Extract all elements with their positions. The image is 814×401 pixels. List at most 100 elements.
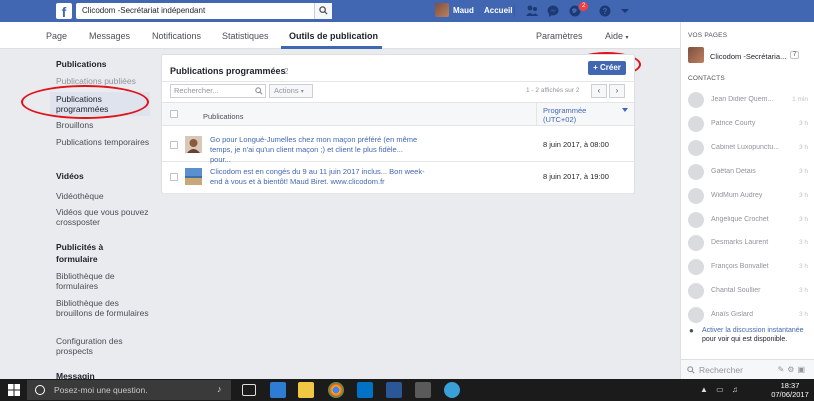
chat-search-placeholder: Rechercher <box>699 365 743 375</box>
tab-notifications[interactable]: Notifications <box>152 31 201 41</box>
tab-messages[interactable]: Messages <box>89 31 130 41</box>
cortana-placeholder: Posez-moi une question. <box>54 385 148 395</box>
row-checkbox[interactable] <box>170 141 178 149</box>
contact-last-active: 3 h <box>798 287 808 294</box>
windows-start-icon[interactable] <box>8 384 20 396</box>
post-scheduled-date: 8 juin 2017, à 19:00 <box>543 172 609 181</box>
file-explorer-icon[interactable] <box>298 382 314 398</box>
user-name-link[interactable]: Maud <box>453 6 474 15</box>
post-text[interactable]: Clicodom est en congés du 9 au 11 juin 2… <box>210 167 425 187</box>
page-name-link[interactable]: Clicodom -Secrétaria... <box>710 52 786 61</box>
sidebar-item-crosspost-videos[interactable]: Vidéos que vous pouvez crossposter <box>56 207 151 227</box>
chevron-left-icon: ‹ <box>597 86 601 95</box>
enable-chat-link[interactable]: Activer la discussion instantanée <box>702 327 804 334</box>
page-avatar[interactable] <box>688 47 704 63</box>
sidebar-item-leads-setup[interactable]: Configuration des prospects <box>56 336 151 356</box>
calculator-icon[interactable] <box>415 382 431 398</box>
contact-item[interactable]: Angelique Crochet 3 h <box>688 211 812 229</box>
column-scheduled-label: Programmée (UTC+02) <box>543 106 587 124</box>
previous-page-button[interactable]: ‹ <box>591 84 607 98</box>
tab-page[interactable]: Page <box>46 31 67 41</box>
sidebar-item-forms-library[interactable]: Bibliothèque de formulaires <box>56 271 151 291</box>
contact-last-active: 3 h <box>798 144 808 151</box>
avatar <box>688 188 704 204</box>
settings-link[interactable]: Paramètres <box>536 31 583 41</box>
contact-name: Desmarks Laurent <box>711 239 769 246</box>
global-search-value: Clicodom -Secrétariat indépendant <box>82 6 206 15</box>
create-button[interactable]: + Créer <box>588 61 626 75</box>
contact-name: Gaëtan Detais <box>711 168 756 175</box>
avatar <box>688 212 704 228</box>
avatar <box>688 140 704 156</box>
contact-name: François Bonvallet <box>711 263 769 270</box>
row-checkbox[interactable] <box>170 173 178 181</box>
home-link[interactable]: Accueil <box>484 6 512 15</box>
system-tray-icons[interactable]: ▲ ▭ ♫ <box>700 385 741 394</box>
scheduled-posts-panel: Publications programmées 2 + Créer Reche… <box>161 54 635 194</box>
chrome-icon[interactable] <box>328 382 344 398</box>
top-bar: f Clicodom -Secrétariat indépendant Maud… <box>0 0 814 22</box>
outlook-icon[interactable] <box>357 382 373 398</box>
app-icon[interactable] <box>444 382 460 398</box>
avatar <box>688 116 704 132</box>
chat-activation-text: pour voir qui est disponible. <box>702 336 788 343</box>
contact-item[interactable]: Patrice Courty 3 h <box>688 115 812 133</box>
tab-publishing-tools[interactable]: Outils de publication <box>289 31 378 41</box>
post-thumbnail-landscape <box>185 168 202 185</box>
posts-search-placeholder: Rechercher... <box>174 86 219 95</box>
sidebar-item-drafts[interactable]: Brouillons <box>56 120 151 130</box>
help-label: Aide <box>605 31 624 41</box>
contact-item[interactable]: Gaëtan Detais 3 h <box>688 163 812 181</box>
avatar <box>688 92 704 108</box>
contact-item[interactable]: François Bonvallet 3 h <box>688 258 812 276</box>
sidebar-item-video-library[interactable]: Vidéothèque <box>56 191 151 201</box>
chat-options-icons[interactable]: ✎⚙▣ <box>778 365 808 374</box>
contact-item[interactable]: Chantal Soullier 3 h <box>688 282 812 300</box>
contact-item[interactable]: Cabinet Luxopunctu... 3 h <box>688 139 812 157</box>
contact-item[interactable]: Anaïs Gislard 3 h <box>688 306 812 324</box>
facebook-logo-icon[interactable]: f <box>56 3 72 20</box>
post-thumbnail-avatar <box>185 136 202 153</box>
contact-last-active: 3 h <box>798 239 808 246</box>
account-menu-chevron-icon[interactable] <box>620 6 630 16</box>
actions-dropdown[interactable]: Actions ▾ <box>269 84 313 98</box>
table-row[interactable]: Go pour Longué-Jumelles chez mon maçon p… <box>162 131 634 165</box>
user-avatar[interactable] <box>435 3 449 17</box>
help-menu[interactable]: Aide ▾ <box>605 31 629 41</box>
avatar <box>688 235 704 251</box>
contact-item[interactable]: Desmarks Laurent 3 h <box>688 234 812 252</box>
avatar <box>688 259 704 275</box>
search-button[interactable] <box>314 3 332 19</box>
select-all-checkbox[interactable] <box>170 110 178 118</box>
global-search-input[interactable]: Clicodom -Secrétariat indépendant <box>76 3 332 19</box>
contact-name: Jean Didier Quem... <box>711 96 774 103</box>
section-videos-title: Vidéos <box>56 171 84 181</box>
edge-browser-icon[interactable] <box>270 382 286 398</box>
sort-arrow-icon <box>622 108 628 112</box>
tab-statistics[interactable]: Statistiques <box>222 31 269 41</box>
contact-last-active: 3 h <box>798 263 808 270</box>
table-row[interactable]: Clicodom est en congés du 9 au 11 juin 2… <box>162 163 634 194</box>
cortana-search-box[interactable]: Posez-moi une question. ♪ <box>27 380 231 400</box>
active-tab-indicator <box>281 46 382 49</box>
contact-item[interactable]: WidMum Audrey 3 h <box>688 187 812 205</box>
contact-last-active: 3 h <box>798 192 808 199</box>
microphone-icon[interactable]: ♪ <box>217 384 222 394</box>
chat-search-input[interactable]: Rechercher ✎⚙▣ <box>681 359 814 379</box>
messenger-icon[interactable] <box>546 4 560 18</box>
task-view-icon[interactable] <box>242 384 256 396</box>
post-text[interactable]: Go pour Longué-Jumelles chez mon maçon p… <box>210 135 425 165</box>
column-scheduled[interactable]: Programmée (UTC+02) <box>536 103 634 125</box>
next-page-button[interactable]: › <box>609 84 625 98</box>
sidebar-item-draft-forms-library[interactable]: Bibliothèque des brouillons de formulair… <box>56 298 151 318</box>
clock-date: 07/06/2017 <box>771 390 809 399</box>
help-icon[interactable]: ? <box>598 4 612 18</box>
column-publications[interactable]: Publications <box>203 112 243 121</box>
posts-search-input[interactable]: Rechercher... <box>170 84 266 98</box>
clock[interactable]: 18:37 07/06/2017 <box>770 381 810 399</box>
friend-requests-icon[interactable] <box>525 4 539 18</box>
word-icon[interactable] <box>386 382 402 398</box>
sidebar-item-temporary[interactable]: Publications temporaires <box>56 137 151 147</box>
contact-item[interactable]: Jean Didier Quem... 1 min <box>688 91 812 109</box>
post-scheduled-date: 8 juin 2017, à 08:00 <box>543 140 609 149</box>
